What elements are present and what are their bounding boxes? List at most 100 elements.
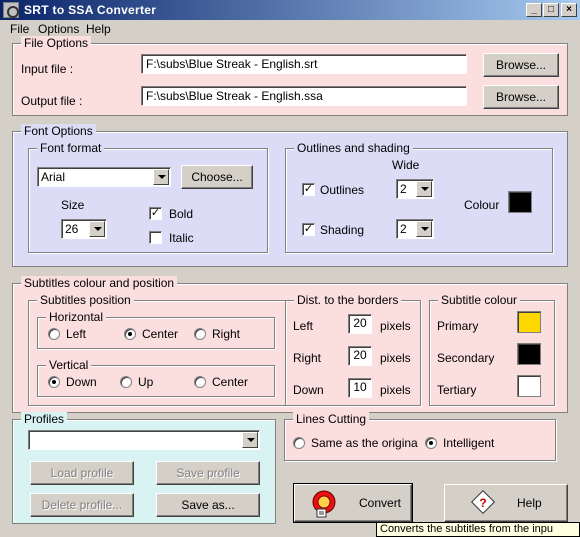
subtitles-position-legend: Subtitles position: [37, 293, 134, 307]
chevron-down-icon[interactable]: [242, 432, 258, 448]
dist-down-label: Down: [293, 383, 324, 397]
secondary-label: Secondary: [437, 351, 495, 365]
dist-borders-group: Dist. to the borders Left 20 pixels Righ…: [285, 293, 421, 406]
help-button[interactable]: ? Help: [444, 484, 568, 522]
shading-checkbox[interactable]: ✓: [302, 223, 315, 236]
save-as-button[interactable]: Save as...: [156, 493, 260, 517]
outlines-checkbox[interactable]: ✓: [302, 183, 315, 196]
browse-output-button[interactable]: Browse...: [483, 85, 559, 109]
italic-checkbox[interactable]: [149, 231, 162, 244]
bold-label: Bold: [169, 207, 194, 221]
close-button[interactable]: ×: [561, 3, 577, 17]
subtitle-colour-group: Subtitle colour Primary Secondary Tertia…: [429, 293, 555, 406]
same-as-original-radio[interactable]: [293, 437, 305, 449]
window-title: SRT to SSA Converter: [24, 3, 157, 17]
title-bar: SRT to SSA Converter _ □ ×: [0, 0, 580, 20]
dist-left-unit: pixels: [380, 319, 411, 333]
v-down-radio[interactable]: [48, 376, 60, 388]
convert-label: Convert: [359, 496, 402, 510]
h-right-label: Right: [212, 327, 241, 341]
bold-checkbox[interactable]: ✓: [149, 207, 162, 220]
outlines-label: Outlines: [320, 183, 365, 197]
convert-button[interactable]: Convert: [293, 483, 413, 523]
v-center-radio[interactable]: [194, 376, 206, 388]
tertiary-label: Tertiary: [437, 383, 477, 397]
load-profile-button[interactable]: Load profile: [30, 461, 134, 485]
choose-font-button[interactable]: Choose...: [181, 165, 253, 189]
colour-label: Colour: [464, 198, 500, 212]
font-format-group: Font format Arial Choose... Size 26 ✓ Bo…: [28, 141, 268, 253]
secondary-colour-swatch[interactable]: [517, 343, 541, 365]
v-up-label: Up: [138, 375, 154, 389]
delete-profile-button[interactable]: Delete profile...: [30, 493, 134, 517]
h-left-radio[interactable]: [48, 328, 60, 340]
intelligent-label: Intelligent: [443, 436, 495, 450]
h-center-label: Center: [142, 327, 179, 341]
font-options-panel: Font Options Font format Arial Choose...…: [12, 124, 568, 267]
primary-colour-swatch[interactable]: [517, 311, 541, 333]
subtitles-legend: Subtitles colour and position: [21, 276, 178, 290]
h-right-radio[interactable]: [194, 328, 206, 340]
dist-right-input[interactable]: 20: [348, 346, 372, 366]
lines-cutting-group: Lines Cutting Same as the origina Intell…: [284, 412, 556, 461]
font-select[interactable]: Arial: [37, 167, 171, 187]
convert-tooltip: Converts the subtitles from the inpu: [376, 522, 580, 537]
profile-select[interactable]: [28, 430, 260, 450]
outlines-wide-select[interactable]: 2: [396, 179, 434, 199]
dist-right-label: Right: [293, 351, 322, 365]
outline-colour-swatch[interactable]: [508, 191, 532, 213]
wide-label: Wide: [392, 158, 420, 172]
horizontal-group: Horizontal Left Center Right: [37, 310, 275, 349]
intelligent-radio[interactable]: [425, 437, 437, 449]
shading-wide-value: 2: [400, 222, 407, 236]
profiles-legend: Profiles: [21, 412, 68, 426]
output-file-label: Output file :: [21, 94, 83, 108]
chevron-down-icon[interactable]: [416, 221, 432, 237]
size-label: Size: [61, 198, 85, 212]
same-as-original-label: Same as the origina: [311, 436, 418, 450]
chevron-down-icon[interactable]: [89, 221, 105, 237]
file-options-legend: File Options: [21, 36, 92, 50]
dist-right-unit: pixels: [380, 351, 411, 365]
menu-file[interactable]: File: [10, 22, 29, 36]
size-select[interactable]: 26: [61, 219, 107, 239]
subtitles-position-group: Subtitles position Horizontal Left Cente…: [28, 293, 286, 406]
horizontal-legend: Horizontal: [46, 310, 107, 324]
menu-options[interactable]: Options: [38, 22, 79, 36]
menu-help[interactable]: Help: [86, 22, 111, 36]
shading-label: Shading: [320, 223, 365, 237]
size-select-value: 26: [65, 222, 79, 236]
dist-down-unit: pixels: [380, 383, 411, 397]
v-up-radio[interactable]: [120, 376, 132, 388]
shading-wide-select[interactable]: 2: [396, 219, 434, 239]
maximize-button[interactable]: □: [543, 3, 559, 17]
dist-borders-legend: Dist. to the borders: [294, 293, 402, 307]
outlines-legend: Outlines and shading: [294, 141, 413, 155]
convert-icon: [312, 490, 336, 518]
file-options-panel: File Options Input file : F:\subs\Blue S…: [12, 36, 568, 116]
font-select-value: Arial: [41, 170, 66, 184]
primary-label: Primary: [437, 319, 479, 333]
font-format-legend: Font format: [37, 141, 105, 155]
h-center-radio[interactable]: [124, 328, 136, 340]
vertical-legend: Vertical: [46, 358, 92, 372]
chevron-down-icon[interactable]: [153, 169, 169, 185]
dist-down-input[interactable]: 10: [348, 378, 372, 398]
output-file-field[interactable]: F:\subs\Blue Streak - English.ssa: [141, 86, 467, 106]
app-icon: [3, 2, 19, 18]
browse-input-button[interactable]: Browse...: [483, 53, 559, 77]
minimize-button[interactable]: _: [526, 3, 542, 17]
help-icon: ?: [471, 490, 496, 515]
h-left-label: Left: [66, 327, 87, 341]
input-file-field[interactable]: F:\subs\Blue Streak - English.srt: [141, 54, 467, 74]
italic-label: Italic: [169, 231, 194, 245]
profiles-panel: Profiles Load profile Save profile Delet…: [12, 412, 276, 524]
menu-bar: File Options Help: [0, 20, 580, 37]
dist-left-input[interactable]: 20: [348, 314, 372, 334]
chevron-down-icon[interactable]: [416, 181, 432, 197]
save-profile-button[interactable]: Save profile: [156, 461, 260, 485]
dist-left-label: Left: [293, 319, 314, 333]
tertiary-colour-swatch[interactable]: [517, 375, 541, 397]
font-options-legend: Font Options: [21, 124, 96, 138]
svg-text:?: ?: [479, 496, 486, 510]
